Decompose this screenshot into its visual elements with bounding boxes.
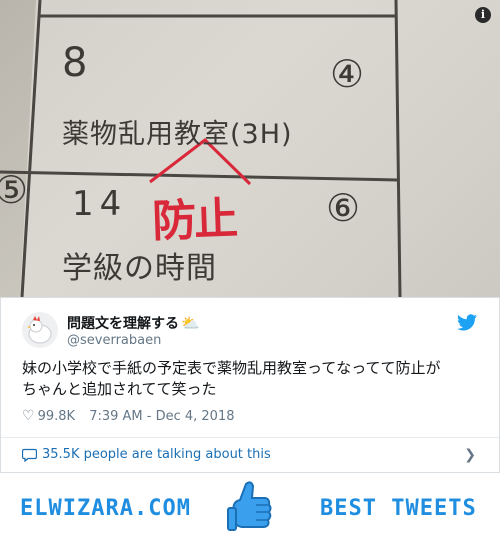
avatar[interactable] bbox=[22, 312, 58, 348]
speech-bubble-icon bbox=[22, 448, 37, 462]
thumbs-up-icon bbox=[227, 481, 272, 531]
tweet-meta: ♡ 99.8K 7:39 AM - Dec 4, 2018 bbox=[22, 408, 235, 424]
row1-circle: ④ bbox=[330, 52, 365, 96]
handwritten-prevention: 防止 bbox=[151, 193, 238, 248]
promo-banner: ELWIZARA.COM BEST TWEETS bbox=[0, 478, 500, 548]
chicken-icon bbox=[27, 316, 52, 344]
twitter-bird-icon[interactable] bbox=[457, 314, 477, 331]
row2-circle: ⑥ bbox=[326, 186, 361, 230]
user-handle[interactable]: @severrabaen bbox=[67, 333, 161, 348]
site-name[interactable]: ELWIZARA.COM bbox=[20, 496, 191, 521]
display-name-text[interactable]: 問題文を理解する bbox=[67, 316, 179, 332]
heart-icon[interactable]: ♡ bbox=[22, 408, 35, 424]
row2-circle-left: ⑤ bbox=[0, 168, 29, 212]
talking-count-text[interactable]: 35.5K people are talking about this bbox=[42, 447, 271, 462]
tweet-text-line-2: ちゃんと追加されてて笑った bbox=[22, 380, 217, 398]
best-tweets-tagline: BEST TWEETS bbox=[320, 496, 477, 521]
divider bbox=[1, 437, 499, 438]
info-icon[interactable]: i bbox=[475, 7, 491, 23]
like-count[interactable]: 99.8K bbox=[38, 409, 75, 424]
row2-number: 14 bbox=[72, 184, 128, 224]
tweet-text-line-1: 妹の小学校で手紙の予定表で薬物乱用教室ってなってて防止が bbox=[22, 359, 441, 377]
tweet-card: 問題文を理解する ⛅ @severrabaen 妹の小学校で手紙の予定表で薬物乱用… bbox=[0, 297, 500, 473]
display-name[interactable]: 問題文を理解する ⛅ bbox=[67, 313, 200, 333]
row2-class: 学級の時間 bbox=[62, 251, 217, 286]
tweet-photo[interactable]: 8 ④ 薬物乱用教室(3H) ⑤ 14 ⑥ 防止 学級の時間 i bbox=[0, 0, 500, 297]
sun-cloud-icon: ⛅ bbox=[181, 314, 200, 332]
tweet-text: 妹の小学校で手紙の予定表で薬物乱用教室ってなってて防止が ちゃんと追加されてて笑… bbox=[22, 358, 482, 400]
conversation-link[interactable]: 35.5K people are talking about this bbox=[22, 447, 271, 462]
row1-number: 8 bbox=[62, 40, 88, 86]
row1-class: 薬物乱用教室(3H) bbox=[62, 119, 293, 150]
timestamp[interactable]: 7:39 AM - Dec 4, 2018 bbox=[89, 409, 234, 424]
chevron-right-icon[interactable]: ❯ bbox=[464, 447, 476, 463]
